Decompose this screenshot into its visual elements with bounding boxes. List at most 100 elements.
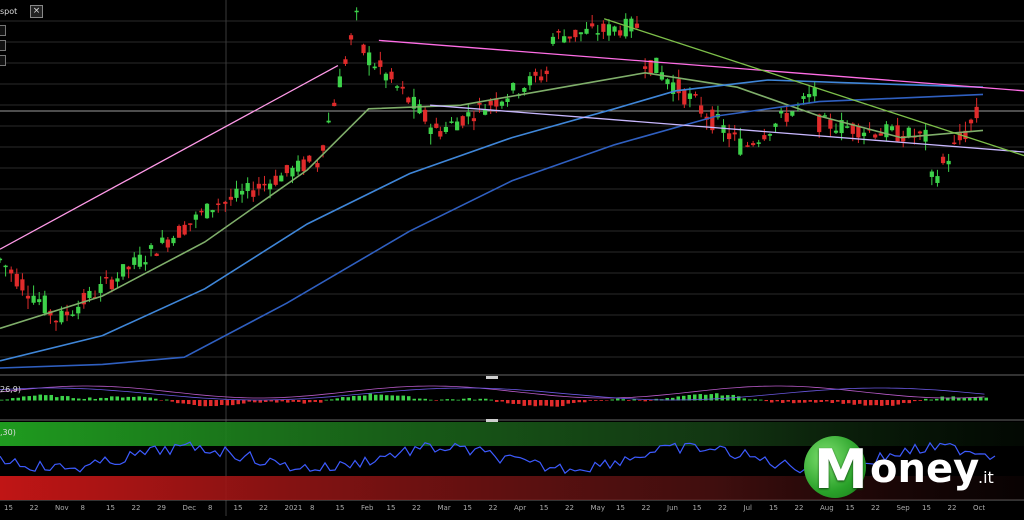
macd-bar: [885, 400, 889, 406]
candle-body: [104, 277, 109, 279]
candle-body: [395, 86, 400, 88]
candle-body: [466, 112, 471, 117]
macd-bar: [874, 400, 878, 406]
macd-bar: [44, 395, 48, 401]
macd-bar: [907, 400, 911, 404]
macd-bar: [935, 398, 939, 401]
macd-bar: [302, 400, 306, 404]
macd-bar: [176, 400, 180, 404]
candle-body: [417, 104, 422, 114]
panel-toggle-icon[interactable]: [0, 25, 6, 36]
candle-body: [833, 130, 839, 133]
candle-body: [828, 119, 833, 129]
candle-body: [160, 237, 165, 243]
macd-label: 26,9): [0, 385, 21, 394]
candle-body: [295, 160, 301, 172]
x-tick-label: 22: [641, 504, 651, 512]
candle-body: [499, 101, 505, 106]
macd-bar: [445, 399, 449, 401]
candle-body: [109, 279, 114, 290]
macd-bar: [60, 395, 64, 401]
macd-bar: [341, 397, 345, 401]
macd-line: [0, 387, 985, 401]
candle-body: [974, 106, 979, 119]
candle-body: [337, 76, 342, 88]
candle-body: [199, 210, 204, 213]
candle-body: [612, 26, 617, 32]
macd-bar: [0, 399, 4, 401]
candle-body: [372, 66, 377, 69]
candle-body: [361, 44, 366, 54]
candle-body: [383, 73, 389, 81]
macd-bar: [781, 400, 785, 403]
macd-bar: [379, 394, 383, 401]
candle-body: [762, 135, 767, 140]
candle-body: [378, 60, 383, 67]
macd-bar: [456, 399, 460, 401]
macd-bar: [11, 398, 15, 401]
candle-body: [25, 295, 31, 299]
macd-bar: [808, 400, 812, 402]
x-tick-label: May: [590, 504, 605, 512]
candle-body: [9, 269, 14, 274]
x-tick-label: 22: [565, 504, 574, 512]
panel-toggle-icon[interactable]: [0, 40, 6, 51]
candle-body: [98, 284, 103, 293]
candle-body: [889, 126, 895, 131]
macd-bar: [588, 400, 592, 401]
macd-bar: [940, 396, 944, 401]
macd-bar: [962, 397, 966, 401]
candle-body: [234, 188, 239, 198]
macd-bar: [825, 400, 829, 402]
candle-body: [53, 320, 59, 323]
candle-body: [449, 121, 454, 123]
candle-body: [406, 97, 411, 103]
close-icon[interactable]: ×: [30, 5, 43, 18]
x-tick-label: 8: [80, 504, 85, 512]
macd-bar: [775, 400, 779, 402]
macd-bar: [924, 398, 928, 401]
candle-body: [779, 111, 784, 114]
candle-body: [884, 124, 889, 138]
candle-body: [59, 310, 64, 323]
x-tick-label: 15: [769, 504, 778, 512]
macd-bar: [170, 400, 174, 402]
candle-body: [946, 160, 951, 165]
macd-bar: [71, 398, 75, 401]
macd-bar: [764, 400, 768, 402]
panel-splitter-handle[interactable]: [486, 419, 498, 422]
candle-body: [20, 279, 25, 291]
panel-splitter-handle[interactable]: [486, 376, 498, 379]
macd-bar: [869, 400, 873, 406]
macd-bar: [187, 400, 191, 405]
candle-body: [3, 265, 8, 268]
macd-bar: [984, 397, 988, 401]
candle-body: [527, 76, 533, 86]
x-tick-label: Feb: [361, 504, 374, 512]
macd-bar: [16, 397, 20, 401]
candle-body: [0, 258, 3, 261]
macd-bar: [896, 400, 900, 405]
macd-bar: [346, 397, 350, 401]
macd-bar: [374, 394, 378, 401]
candle-body: [732, 132, 737, 135]
candle-body: [845, 126, 850, 128]
panel-toggle-icon[interactable]: [0, 55, 6, 66]
candle-body: [64, 311, 70, 316]
macd-bar: [110, 396, 114, 401]
macd-bar: [929, 399, 933, 401]
candle-body: [228, 196, 233, 200]
macd-bar: [368, 393, 372, 401]
candle-body: [132, 257, 137, 265]
candle-body: [171, 237, 176, 244]
candle-body: [505, 98, 510, 102]
candle-body: [745, 145, 750, 147]
candle-body: [687, 93, 693, 99]
candle-body: [42, 295, 47, 314]
candle-body: [267, 183, 273, 190]
candle-body: [935, 176, 940, 183]
macd-bar: [99, 397, 103, 401]
candle-body: [483, 109, 488, 115]
money-it-logo: M oney .it: [800, 432, 1024, 516]
macd-bar: [401, 395, 405, 401]
